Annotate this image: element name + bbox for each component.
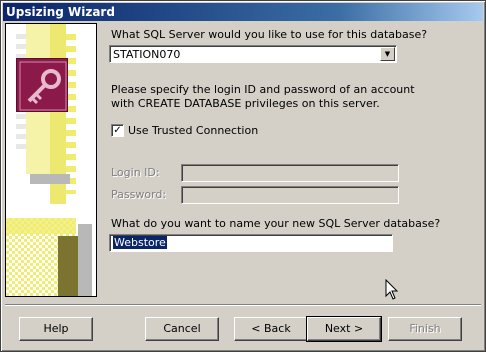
mouse-pointer-icon xyxy=(385,279,399,300)
login-instructions-line2: with CREATE DATABASE privileges on this … xyxy=(111,97,380,110)
server-combobox[interactable]: STATION070 ▼ xyxy=(109,45,397,63)
upsizing-wizard-dialog: Upsizing Wizard What SQL Server would yo… xyxy=(0,0,486,352)
finish-button[interactable]: Finish xyxy=(388,317,462,341)
password-field[interactable] xyxy=(181,186,399,204)
title-bar: Upsizing Wizard xyxy=(3,3,483,21)
next-button[interactable]: Next > xyxy=(306,316,382,342)
trusted-connection-label[interactable]: Use Trusted Connection xyxy=(128,124,258,137)
help-button[interactable]: Help xyxy=(19,317,93,341)
database-question: What do you want to name your new SQL Se… xyxy=(111,217,441,230)
database-name-value: Webstore xyxy=(113,236,167,249)
login-id-field[interactable] xyxy=(181,164,399,182)
access-key-icon xyxy=(16,58,68,112)
check-icon: ✓ xyxy=(113,125,122,136)
server-combobox-value: STATION070 xyxy=(113,48,181,61)
login-instructions-line1: Please specify the login ID and password… xyxy=(111,83,415,96)
server-question: What SQL Server would you like to use fo… xyxy=(111,28,428,41)
wizard-illustration xyxy=(5,23,97,297)
chevron-down-icon[interactable]: ▼ xyxy=(380,47,395,61)
window-title: Upsizing Wizard xyxy=(6,5,115,19)
trusted-connection-checkbox[interactable]: ✓ xyxy=(111,124,124,137)
database-name-input[interactable]: Webstore xyxy=(109,234,393,252)
button-separator xyxy=(5,304,481,306)
password-label: Password: xyxy=(111,188,167,201)
login-id-label: Login ID: xyxy=(111,166,160,179)
back-button[interactable]: < Back xyxy=(234,317,308,341)
cancel-button[interactable]: Cancel xyxy=(145,317,219,341)
